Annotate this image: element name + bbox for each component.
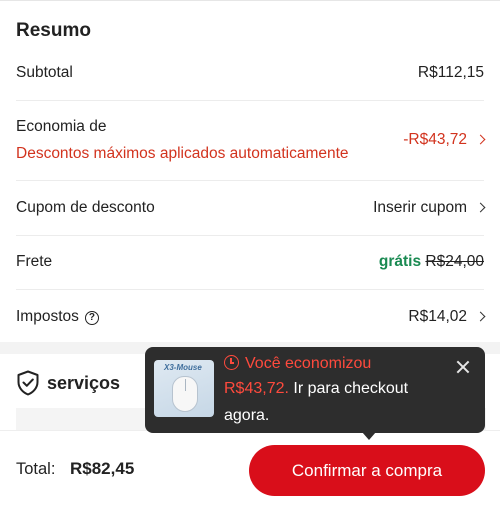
toast-message-text: Ir para checkout <box>288 380 409 397</box>
savings-value: -R$43,72 <box>403 131 467 148</box>
coupon-label: Cupom de desconto <box>16 199 155 216</box>
divider <box>16 100 484 101</box>
toast-amount: R$43,72. <box>224 380 289 397</box>
toast-headline-text: Você economizou <box>245 355 372 372</box>
help-icon[interactable]: ? <box>84 311 99 325</box>
confirm-purchase-button[interactable]: Confirmar a compra <box>249 445 485 496</box>
coupon-action[interactable]: Inserir cupom <box>373 199 467 216</box>
shield-check-icon <box>17 370 39 396</box>
shipping-label: Frete <box>16 253 53 270</box>
subtotal-value: R$112,15 <box>417 64 484 81</box>
services-title: serviços <box>47 373 121 393</box>
chevron-right-icon <box>475 311 486 322</box>
toast-message[interactable]: R$43,72. Ir para checkout <box>224 380 408 398</box>
subtotal-row: Subtotal R$112,15 <box>16 64 484 86</box>
shipping-value-wrap: grátis R$24,00 <box>379 253 484 271</box>
toast-headline: Você economizou <box>224 353 371 373</box>
summary-title: Resumo <box>16 20 91 41</box>
top-divider <box>0 0 500 1</box>
taxes-value-wrap: R$14,02 <box>408 308 486 326</box>
taxes-label-wrap: Impostos? <box>16 308 99 326</box>
mouse-image-icon <box>172 376 198 412</box>
total-label: Total: <box>16 460 56 478</box>
taxes-value: R$14,02 <box>408 308 467 325</box>
clock-icon <box>224 355 239 370</box>
toast-message-end: agora. <box>224 407 270 424</box>
shipping-original: R$24,00 <box>425 253 484 270</box>
savings-label: Economia de <box>16 118 107 135</box>
chevron-right-icon <box>475 202 486 213</box>
taxes-label: Impostos <box>16 308 79 325</box>
product-thumbnail: X3-Mouse <box>154 360 214 417</box>
divider <box>16 289 484 290</box>
toast-pointer <box>362 432 376 440</box>
thumbnail-text: X3-Mouse <box>164 363 202 372</box>
taxes-row[interactable]: Impostos? R$14,02 <box>16 308 486 330</box>
chevron-right-icon <box>475 134 486 145</box>
subtotal-label: Subtotal <box>16 64 73 81</box>
close-icon[interactable] <box>455 359 471 375</box>
savings-row[interactable]: Economia de Descontos máximos aplicados … <box>16 118 486 166</box>
savings-value-wrap: -R$43,72 <box>403 131 486 149</box>
total-value: R$82,45 <box>70 459 135 478</box>
coupon-action-wrap[interactable]: Inserir cupom <box>373 199 486 217</box>
shipping-free: grátis <box>378 253 422 270</box>
savings-note: Descontos máximos aplicados automaticame… <box>16 145 349 162</box>
divider <box>16 180 484 181</box>
divider <box>16 235 484 236</box>
shipping-row: Frete grátis R$24,00 <box>16 253 484 275</box>
coupon-row[interactable]: Cupom de desconto Inserir cupom <box>16 199 486 221</box>
